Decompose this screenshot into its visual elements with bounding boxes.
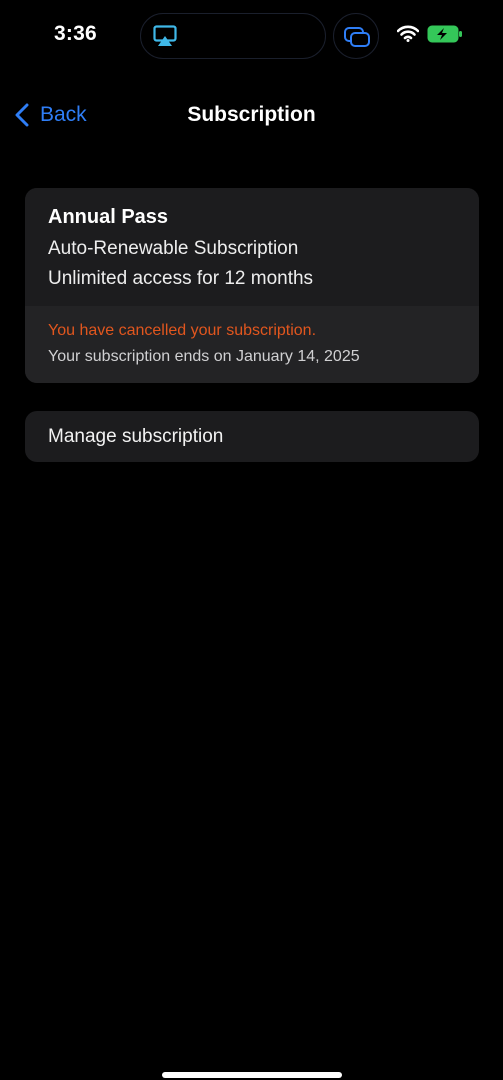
island-bubble[interactable] (333, 13, 379, 59)
dynamic-island[interactable] (140, 13, 326, 59)
subscription-screen: 3:36 Back Subscription Annual Pass Auto-… (0, 0, 503, 1080)
manage-subscription-button[interactable]: Manage subscription (25, 411, 479, 462)
manage-subscription-label: Manage subscription (48, 426, 224, 447)
battery-charging-icon (427, 25, 462, 43)
subscription-end-date: Your subscription ends on January 14, 20… (48, 348, 360, 365)
home-indicator[interactable] (162, 1072, 342, 1078)
plan-type: Auto-Renewable Subscription (48, 238, 299, 259)
plan-description: Unlimited access for 12 months (48, 268, 314, 289)
plan-name: Annual Pass (48, 206, 169, 228)
status-bar: 3:36 (0, 0, 503, 72)
subscription-status-section: You have cancelled your subscription. Yo… (25, 306, 479, 383)
subscription-card: Annual Pass Auto-Renewable Subscription … (25, 188, 479, 383)
page-title: Subscription (187, 103, 316, 126)
navigation-bar: Back Subscription (0, 92, 503, 138)
plan-details-section: Annual Pass Auto-Renewable Subscription … (25, 188, 479, 306)
stacked-windows-icon (344, 27, 370, 47)
cancellation-notice: You have cancelled your subscription. (48, 322, 317, 339)
status-time: 3:36 (54, 22, 97, 45)
wifi-icon (397, 25, 419, 42)
airplay-icon (153, 25, 177, 46)
